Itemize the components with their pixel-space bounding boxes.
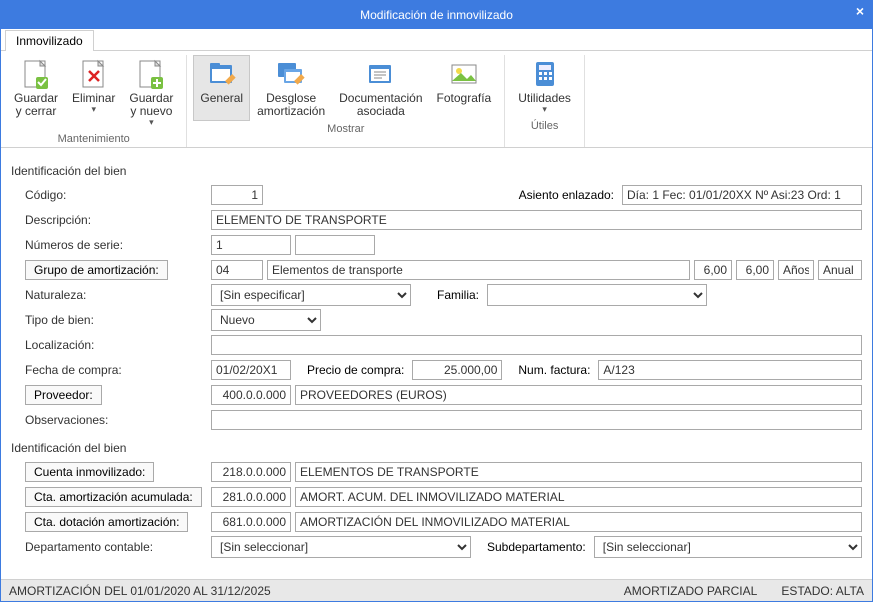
precio-input[interactable] <box>412 360 502 380</box>
grupo-code-input[interactable] <box>211 260 263 280</box>
localizacion-input[interactable] <box>211 335 862 355</box>
cta-amortizacion-button[interactable]: Cta. amortización acumulada: <box>25 487 202 507</box>
proveedor-name-input[interactable] <box>295 385 862 405</box>
asiento-label: Asiento enlazado: <box>519 188 614 202</box>
cta-amort-name-input[interactable] <box>295 487 862 507</box>
label: Documentación asociada <box>339 92 422 118</box>
numfac-label: Num. factura: <box>518 363 590 377</box>
numfac-input[interactable] <box>598 360 862 380</box>
tipo-select[interactable]: Nuevo <box>211 309 321 331</box>
delete-button[interactable]: Eliminar ▾ <box>65 55 122 131</box>
status-mid: AMORTIZADO PARCIAL <box>624 584 758 598</box>
folder-pencil-icon <box>206 58 238 90</box>
label: Guardar y cerrar <box>14 92 58 118</box>
grupo-v2-input[interactable] <box>736 260 774 280</box>
cta-amort-code-input[interactable] <box>211 487 291 507</box>
label: Fotografía <box>437 92 492 105</box>
cta-dotacion-button[interactable]: Cta. dotación amortización: <box>25 512 188 532</box>
observaciones-label: Observaciones: <box>11 413 211 427</box>
naturaleza-select[interactable]: [Sin especificar] <box>211 284 411 306</box>
cta-dot-name-input[interactable] <box>295 512 862 532</box>
documentation-button[interactable]: Documentación asociada <box>332 55 429 121</box>
calculator-icon <box>529 58 561 90</box>
section-title: Identificación del bien <box>11 164 862 178</box>
localizacion-label: Localización: <box>11 338 211 352</box>
proveedor-code-input[interactable] <box>211 385 291 405</box>
cuenta-inm-code-input[interactable] <box>211 462 291 482</box>
general-button[interactable]: General <box>193 55 250 121</box>
cuenta-inmovilizado-button[interactable]: Cuenta inmovilizado: <box>25 462 154 482</box>
ribbon-group-maintenance: Guardar y cerrar Eliminar ▾ Guardar y nu… <box>1 55 187 147</box>
grupo-v1-input[interactable] <box>694 260 732 280</box>
cta-dot-code-input[interactable] <box>211 512 291 532</box>
nserie-label: Números de serie: <box>11 238 211 252</box>
save-close-button[interactable]: Guardar y cerrar <box>7 55 65 131</box>
observaciones-input[interactable] <box>211 410 862 430</box>
cuenta-inm-name-input[interactable] <box>295 462 862 482</box>
chevron-down-icon: ▾ <box>149 117 154 128</box>
codigo-label: Código: <box>11 188 211 202</box>
form-body: Identificación del bien Código: Asiento … <box>1 148 872 579</box>
page-delete-icon <box>78 58 110 90</box>
statusbar: AMORTIZACIÓN DEL 01/01/2020 AL 31/12/202… <box>1 579 872 601</box>
status-right: ESTADO: ALTA <box>781 584 864 598</box>
descripcion-input[interactable] <box>211 210 862 230</box>
asiento-input[interactable] <box>622 185 862 205</box>
ribbon-group-utils: Utilidades ▾ Útiles <box>505 55 585 147</box>
ribbon-group-show: General Desglose amortización Documentac… <box>187 55 505 147</box>
close-icon[interactable]: × <box>856 3 864 19</box>
tab-label: Inmovilizado <box>16 34 83 48</box>
depto-select[interactable]: [Sin seleccionar] <box>211 536 471 558</box>
tab-inmovilizado[interactable]: Inmovilizado <box>5 30 94 51</box>
tipo-label: Tipo de bien: <box>11 313 211 327</box>
fecha-input[interactable] <box>211 360 291 380</box>
group-caption: Mostrar <box>327 123 364 135</box>
subdepto-label: Subdepartamento: <box>487 540 586 554</box>
photo-icon <box>448 58 480 90</box>
label: Guardar y nuevo <box>129 92 173 118</box>
familia-select[interactable] <box>487 284 707 306</box>
titlebar: Modificación de inmovilizado × <box>1 1 872 29</box>
tabstrip: Inmovilizado <box>1 29 872 51</box>
section-title-2: Identificación del bien <box>11 441 862 455</box>
chevron-down-icon: ▾ <box>542 104 547 115</box>
grupo-amortizacion-button[interactable]: Grupo de amortización: <box>25 260 168 280</box>
photo-button[interactable]: Fotografía <box>430 55 499 121</box>
group-caption: Mantenimiento <box>58 133 130 145</box>
folder-doc-icon <box>365 58 397 90</box>
grupo-period-input[interactable] <box>818 260 862 280</box>
familia-label: Familia: <box>419 288 479 302</box>
depto-label: Departamento contable: <box>11 540 211 554</box>
nserie-input2[interactable] <box>295 235 375 255</box>
window-title: Modificación de inmovilizado <box>360 8 513 22</box>
save-new-button[interactable]: Guardar y nuevo ▾ <box>122 55 180 131</box>
grupo-name-input[interactable] <box>267 260 690 280</box>
descripcion-label: Descripción: <box>11 213 211 227</box>
fecha-label: Fecha de compra: <box>11 363 211 377</box>
group-caption: Útiles <box>531 120 559 132</box>
grupo-unit-input[interactable] <box>778 260 814 280</box>
breakdown-button[interactable]: Desglose amortización <box>250 55 332 121</box>
page-add-icon <box>135 58 167 90</box>
chevron-down-icon: ▾ <box>91 104 96 115</box>
folders-pencil-icon <box>275 58 307 90</box>
status-left: AMORTIZACIÓN DEL 01/01/2020 AL 31/12/202… <box>9 584 271 598</box>
proveedor-button[interactable]: Proveedor: <box>25 385 102 405</box>
subdepto-select[interactable]: [Sin seleccionar] <box>594 536 862 558</box>
label: Desglose amortización <box>257 92 325 118</box>
codigo-input[interactable] <box>211 185 263 205</box>
ribbon: Guardar y cerrar Eliminar ▾ Guardar y nu… <box>1 51 872 148</box>
nserie-input1[interactable] <box>211 235 291 255</box>
page-save-icon <box>20 58 52 90</box>
label: General <box>200 92 243 105</box>
utilities-button[interactable]: Utilidades ▾ <box>511 55 578 118</box>
naturaleza-label: Naturaleza: <box>11 288 211 302</box>
precio-label: Precio de compra: <box>307 363 404 377</box>
